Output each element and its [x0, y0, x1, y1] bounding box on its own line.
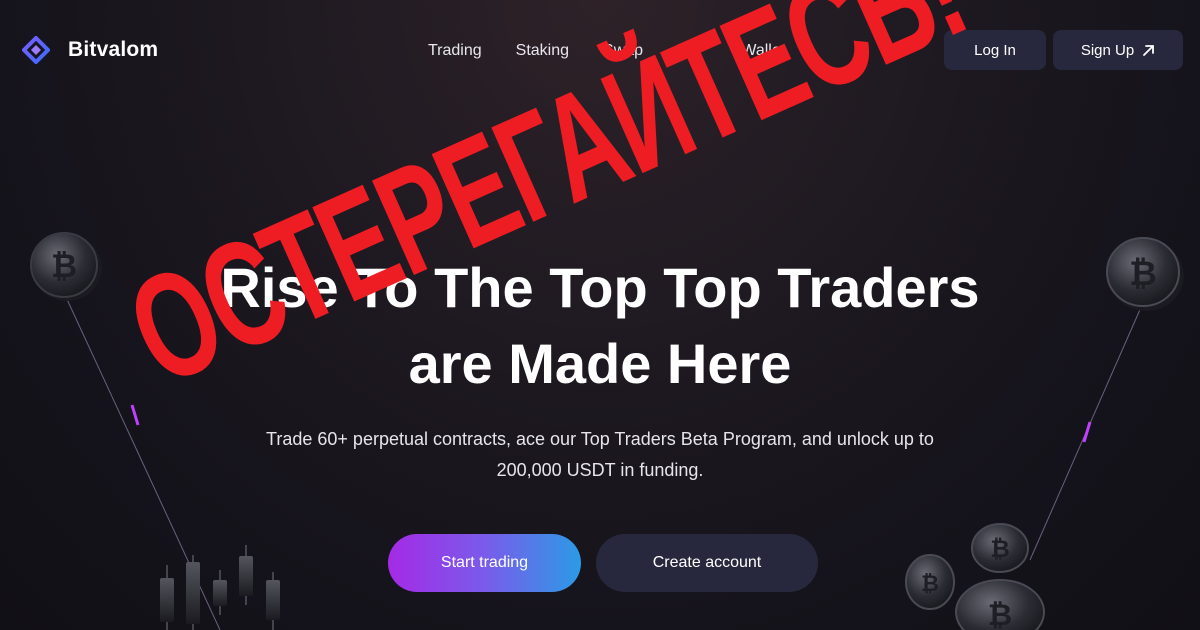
hero-subtitle-line1: Trade 60+ perpetual contracts, ace our T…	[266, 429, 934, 449]
hero-subtitle-line2: 200,000 USDT in funding.	[496, 460, 704, 480]
create-account-button[interactable]: Create account	[596, 534, 818, 592]
brand-logo[interactable]: Bitvalom	[22, 36, 158, 64]
cube-logo-icon	[22, 36, 50, 64]
bitcoin-coin-icon: ₿ ₿ ₿	[905, 523, 1045, 630]
nav-item-staking[interactable]: Staking	[516, 40, 569, 62]
candlestick-decoration	[160, 545, 280, 630]
brand-name: Bitvalom	[68, 38, 159, 61]
signup-button-label: Sign Up	[1080, 41, 1135, 59]
hero-subtitle: Trade 60+ perpetual contracts, ace our T…	[240, 424, 960, 486]
arrow-up-right-icon	[1143, 44, 1155, 56]
svg-text:₿: ₿	[988, 599, 1012, 630]
start-trading-label: Start trading	[440, 554, 529, 571]
nav-item-trading[interactable]: Trading	[428, 40, 482, 62]
svg-text:₿: ₿	[990, 536, 1010, 563]
svg-text:₿: ₿	[921, 571, 939, 596]
signup-button[interactable]: Sign Up	[1053, 30, 1183, 70]
create-account-label: Create account	[652, 554, 762, 571]
start-trading-button[interactable]: Start trading	[388, 534, 581, 592]
